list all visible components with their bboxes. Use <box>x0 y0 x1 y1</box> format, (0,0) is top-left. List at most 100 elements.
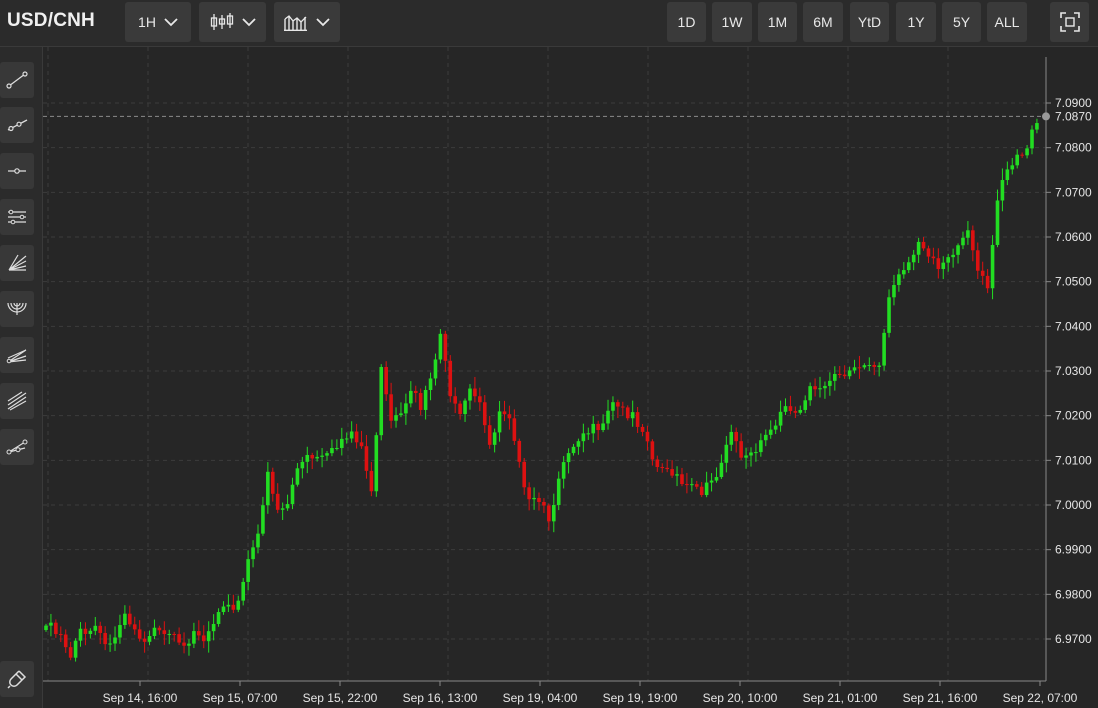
chart-type-dropdown[interactable] <box>199 2 266 42</box>
indicators-dropdown[interactable] <box>274 2 340 42</box>
candle-down <box>655 459 660 468</box>
candle-up <box>946 257 950 263</box>
candle-down <box>985 275 990 289</box>
horizontal-line-icon <box>8 168 26 174</box>
candle-up <box>808 386 812 401</box>
candle-up <box>586 433 591 435</box>
candle-up <box>468 388 472 401</box>
candle-down <box>448 360 453 397</box>
candle-up <box>744 455 748 458</box>
ray-tool[interactable] <box>0 107 34 143</box>
candle-up <box>1000 180 1005 201</box>
candle-up <box>226 604 231 607</box>
candle-down <box>157 627 162 631</box>
trend-line-tool[interactable] <box>0 62 34 98</box>
range-1y-button[interactable]: 1Y <box>896 2 936 42</box>
range-all-button[interactable]: ALL <box>987 2 1027 42</box>
candle-up <box>108 643 112 645</box>
symbol-title: USD/CNH <box>7 10 95 31</box>
multi-line-icon <box>7 391 27 411</box>
candle-up <box>463 400 467 415</box>
parallel-channel-tool[interactable] <box>0 199 34 235</box>
candle-up <box>606 410 610 424</box>
candle-up <box>532 497 536 500</box>
candle-down <box>680 474 684 485</box>
candle-down <box>369 470 374 492</box>
pitchfork-icon <box>6 349 27 364</box>
candle-up <box>88 630 93 634</box>
range-1m-button[interactable]: 1M <box>758 2 797 42</box>
price-chart-svg[interactable]: 7.0900 7.0800 7.0700 7.0600 7.0500 7.0400 7.03… <box>43 47 1098 708</box>
candle-up <box>123 613 127 626</box>
candle-down <box>921 241 926 249</box>
range-1d-button[interactable]: 1D <box>667 2 706 42</box>
candle-down <box>418 393 423 410</box>
candle-up <box>246 559 250 582</box>
candle-up <box>773 425 778 430</box>
candle-up <box>833 373 837 381</box>
price-chart[interactable]: 7.0900 7.0800 7.0700 7.0600 7.0500 7.0400 7.03… <box>43 47 1098 708</box>
path-tool[interactable] <box>0 429 34 465</box>
fullscreen-button[interactable] <box>1050 2 1089 42</box>
candle-up <box>428 378 433 390</box>
candle-up <box>630 412 635 419</box>
multi-line-tool[interactable] <box>0 383 34 419</box>
pitchfork-tool[interactable] <box>0 337 34 373</box>
candle-down <box>443 333 448 361</box>
x-tick-label: Sep 22, 07:00 <box>1003 691 1078 705</box>
candle-down <box>842 374 847 377</box>
candle-up <box>1035 123 1039 130</box>
candlestick-icon <box>210 13 233 30</box>
candle-up <box>187 643 191 646</box>
arc-tool[interactable] <box>0 291 34 327</box>
x-tick-label: Sep 15, 07:00 <box>203 691 278 705</box>
candle-up <box>966 230 970 238</box>
candle-up <box>73 640 78 658</box>
candle-up <box>556 478 561 506</box>
candle-up <box>561 462 566 479</box>
candle-down <box>162 630 167 635</box>
candle-up <box>1005 169 1010 181</box>
candle-up <box>335 447 339 449</box>
x-tick-label: Sep 19, 19:00 <box>603 691 678 705</box>
y-tick-label: 7.0600 <box>1055 230 1092 244</box>
candle-up <box>344 438 349 440</box>
candle-up <box>399 413 403 416</box>
path-icon <box>6 439 28 455</box>
candle-down <box>231 604 236 610</box>
y-tick-label: 7.0000 <box>1055 498 1092 512</box>
candle-down <box>502 411 507 415</box>
candle-up <box>251 547 255 560</box>
interval-label: 1H <box>138 14 156 30</box>
candle-down <box>63 634 68 648</box>
magnet-tool[interactable] <box>0 661 34 697</box>
range-6m-button[interactable]: 6M <box>803 2 843 42</box>
fan-tool[interactable] <box>0 245 34 281</box>
magnet-icon <box>7 670 27 689</box>
horizontal-line-tool[interactable] <box>0 153 34 189</box>
candle-up <box>877 365 881 367</box>
candle-down <box>103 632 107 645</box>
candle-up <box>315 456 319 459</box>
range-5y-button[interactable]: 5Y <box>942 2 981 42</box>
interval-dropdown[interactable]: 1H <box>125 2 191 42</box>
candle-down <box>197 631 201 636</box>
candle-up <box>1015 154 1020 166</box>
candle-down <box>625 407 630 419</box>
candle-up <box>882 332 886 366</box>
candle-up <box>941 262 946 269</box>
candle-up <box>867 364 872 366</box>
candle-down <box>596 423 600 431</box>
candle-down <box>413 390 418 394</box>
candle-up <box>768 429 773 435</box>
range-ytd-button[interactable]: YtD <box>850 2 889 42</box>
candle-up <box>902 270 906 275</box>
range-1w-button[interactable]: 1W <box>712 2 752 42</box>
candle-up <box>167 633 172 635</box>
candle-down <box>857 367 862 369</box>
candle-up <box>379 366 384 436</box>
candle-up <box>423 389 428 410</box>
candle-up <box>724 444 729 463</box>
candle-down <box>275 493 280 510</box>
candle-down <box>487 425 492 445</box>
